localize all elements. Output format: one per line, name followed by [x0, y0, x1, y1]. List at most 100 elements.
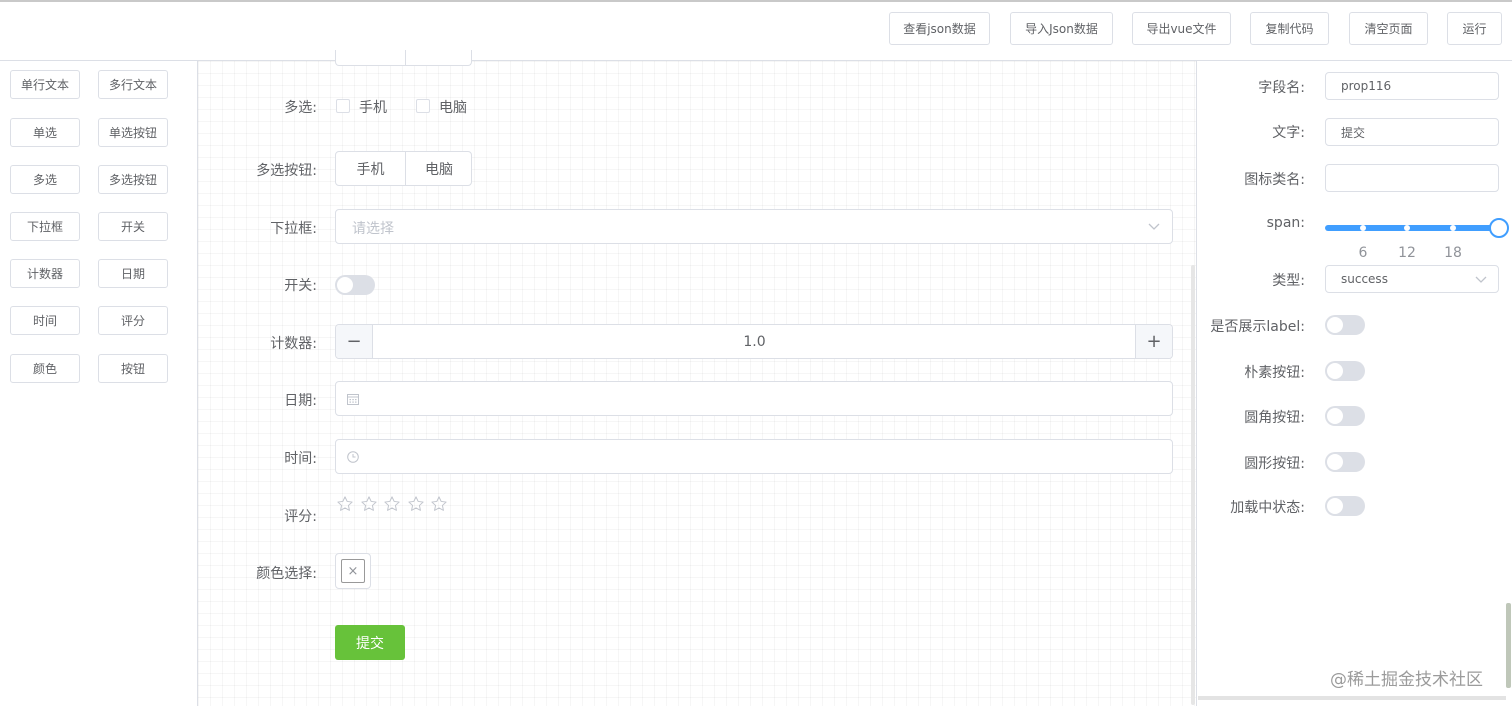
- loading-label: 加载中状态:: [1230, 500, 1305, 516]
- export-vue-button[interactable]: 导出vue文件: [1132, 12, 1231, 45]
- checkbox-computer-label: 电脑: [439, 100, 467, 116]
- palette-item-rate[interactable]: 评分: [98, 306, 168, 335]
- span-tick: 6: [1358, 245, 1368, 261]
- checkbox-button-group: 手机 电脑: [335, 151, 472, 186]
- minus-icon: −: [346, 331, 362, 352]
- star-icon[interactable]: [407, 495, 425, 513]
- palette-item-checkbox-button[interactable]: 多选按钮: [98, 165, 168, 194]
- checkbox-phone-label: 手机: [359, 100, 387, 116]
- palette-item-input[interactable]: 单行文本: [10, 70, 80, 99]
- field-name-label: 字段名:: [1258, 80, 1305, 96]
- close-icon: ×: [347, 563, 359, 579]
- color-picker[interactable]: ×: [335, 553, 371, 589]
- field-name-value: prop116: [1341, 79, 1392, 93]
- show-label-switch[interactable]: [1325, 315, 1365, 335]
- panel-hscrollbar[interactable]: [1198, 696, 1506, 700]
- span-label: span:: [1266, 215, 1305, 231]
- watermark: @稀土掘金技术社区: [1330, 670, 1483, 690]
- checkbox-button-phone[interactable]: 手机: [336, 152, 405, 185]
- counter-input: − 1.0 +: [335, 324, 1173, 359]
- clear-page-button[interactable]: 清空页面: [1349, 12, 1428, 45]
- palette-item-counter[interactable]: 计数器: [10, 259, 80, 288]
- palette-item-button[interactable]: 按钮: [98, 354, 168, 383]
- time-label: 时间:: [284, 451, 317, 467]
- span-slider[interactable]: [1325, 225, 1499, 231]
- palette-item-color[interactable]: 颜色: [10, 354, 80, 383]
- select-placeholder: 请选择: [352, 221, 394, 237]
- type-select[interactable]: success: [1325, 265, 1499, 293]
- icon-class-input[interactable]: [1325, 164, 1499, 192]
- plain-button-switch[interactable]: [1325, 361, 1365, 381]
- plus-icon: +: [1146, 331, 1162, 352]
- star-icon[interactable]: [360, 495, 378, 513]
- view-json-button[interactable]: 查看json数据: [889, 12, 990, 45]
- plain-button-label: 朴素按钮:: [1244, 365, 1305, 381]
- submit-button[interactable]: 提交: [335, 625, 405, 660]
- checkbox-button-phone-label: 手机: [356, 161, 385, 178]
- calendar-icon: [347, 394, 359, 405]
- text-label: 文字:: [1272, 125, 1305, 141]
- time-input[interactable]: [335, 439, 1173, 474]
- divider: [405, 50, 406, 65]
- select-label: 下拉框:: [270, 221, 317, 237]
- show-label-label: 是否展示label:: [1210, 319, 1305, 335]
- run-button[interactable]: 运行: [1447, 12, 1502, 45]
- date-label: 日期:: [284, 393, 317, 409]
- span-slider-stop: [1404, 225, 1410, 231]
- clock-icon: [347, 451, 359, 463]
- span-slider-handle[interactable]: [1489, 218, 1509, 238]
- color-label: 颜色选择:: [256, 566, 317, 582]
- component-palette: 单行文本 多行文本 单选 单选按钮 多选 多选按钮 下拉框 开关 计数器 日期 …: [0, 61, 198, 706]
- palette-item-textarea[interactable]: 多行文本: [98, 70, 168, 99]
- checkbox-label: 多选:: [284, 100, 317, 116]
- chevron-down-icon: [1475, 276, 1487, 283]
- chevron-down-icon: [1148, 223, 1160, 230]
- date-input[interactable]: [335, 381, 1173, 416]
- star-icon[interactable]: [383, 495, 401, 513]
- circle-button-label: 圆形按钮:: [1244, 456, 1305, 472]
- type-label: 类型:: [1272, 273, 1305, 289]
- color-clear-icon: ×: [341, 559, 365, 583]
- text-input[interactable]: 提交: [1325, 118, 1499, 146]
- counter-label: 计数器:: [270, 336, 317, 352]
- switch-label: 开关:: [284, 278, 317, 294]
- counter-minus-button[interactable]: −: [336, 325, 373, 358]
- span-slider-stop: [1450, 225, 1456, 231]
- span-tick: 12: [1398, 245, 1416, 261]
- submit-button-label: 提交: [356, 635, 384, 652]
- checkbox-button-computer-label: 电脑: [425, 161, 453, 178]
- counter-plus-button[interactable]: +: [1135, 325, 1172, 358]
- form-switch[interactable]: [335, 275, 375, 295]
- top-toolbar: 查看json数据 导入Json数据 导出vue文件 复制代码 清空页面 运行: [0, 0, 1512, 61]
- span-tick: 18: [1444, 245, 1462, 261]
- import-json-button[interactable]: 导入Json数据: [1010, 12, 1113, 45]
- star-icon[interactable]: [430, 495, 448, 513]
- palette-item-checkbox[interactable]: 多选: [10, 165, 80, 194]
- properties-panel: [1196, 61, 1512, 706]
- text-value: 提交: [1341, 125, 1366, 140]
- palette-item-switch[interactable]: 开关: [98, 212, 168, 241]
- copy-code-button[interactable]: 复制代码: [1250, 12, 1329, 45]
- star-icon[interactable]: [336, 495, 354, 513]
- span-slider-stop: [1360, 225, 1366, 231]
- select-input[interactable]: 请选择: [335, 209, 1173, 244]
- icon-class-label: 图标类名:: [1244, 172, 1305, 188]
- type-value: success: [1341, 272, 1388, 286]
- palette-item-radio-button[interactable]: 单选按钮: [98, 118, 168, 147]
- field-name-input[interactable]: prop116: [1325, 72, 1499, 100]
- round-button-switch[interactable]: [1325, 406, 1365, 426]
- circle-button-switch[interactable]: [1325, 452, 1365, 472]
- palette-item-radio[interactable]: 单选: [10, 118, 80, 147]
- checkbox-computer[interactable]: [416, 99, 430, 113]
- radio-button-group-partial[interactable]: [335, 50, 472, 66]
- counter-value[interactable]: 1.0: [374, 325, 1135, 358]
- loading-switch[interactable]: [1325, 496, 1365, 516]
- panel-scrollbar[interactable]: [1506, 603, 1511, 688]
- palette-item-date[interactable]: 日期: [98, 259, 168, 288]
- checkbox-button-computer[interactable]: 电脑: [406, 152, 472, 185]
- counter-value-text: 1.0: [743, 333, 766, 350]
- palette-item-time[interactable]: 时间: [10, 306, 80, 335]
- palette-item-select[interactable]: 下拉框: [10, 212, 80, 241]
- checkbox-button-label: 多选按钮:: [256, 163, 317, 179]
- checkbox-phone[interactable]: [336, 99, 350, 113]
